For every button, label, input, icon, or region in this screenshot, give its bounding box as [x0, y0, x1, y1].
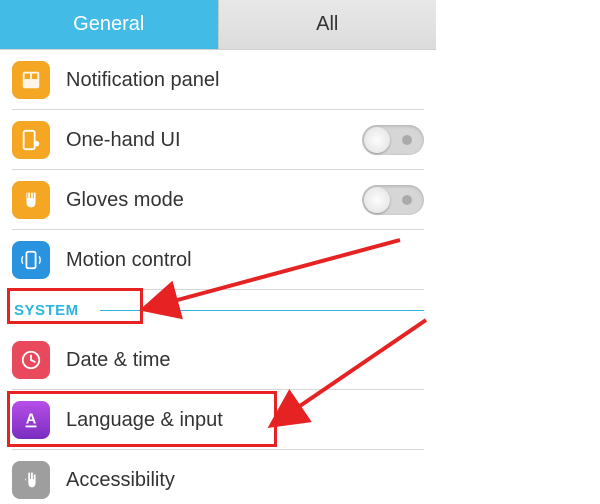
- settings-item-date-time[interactable]: Date & time: [0, 330, 436, 390]
- settings-item-one-hand-ui[interactable]: One-hand UI: [0, 110, 436, 170]
- toggle-gloves-mode[interactable]: [362, 185, 424, 215]
- settings-item-language-input[interactable]: A Language & input: [0, 390, 436, 450]
- language-icon: A: [12, 401, 50, 439]
- item-label: Gloves mode: [66, 189, 362, 212]
- clock-icon: [12, 341, 50, 379]
- settings-item-notification-panel[interactable]: Notification panel: [0, 50, 436, 110]
- item-label: Notification panel: [66, 69, 424, 92]
- item-label: Accessibility: [66, 469, 424, 492]
- section-divider: [100, 310, 424, 311]
- tab-general[interactable]: General: [0, 0, 218, 49]
- tab-bar: General All: [0, 0, 436, 50]
- item-label: Motion control: [66, 249, 424, 272]
- settings-item-accessibility[interactable]: Accessibility: [0, 450, 436, 504]
- accessibility-icon: [12, 461, 50, 499]
- toggle-one-hand-ui[interactable]: [362, 125, 424, 155]
- tab-label: General: [73, 13, 144, 36]
- settings-screen: General All Notification panel One-hand …: [0, 0, 436, 504]
- svg-text:A: A: [26, 412, 37, 428]
- gloves-icon: [12, 181, 50, 219]
- item-label: Date & time: [66, 349, 424, 372]
- one-hand-icon: [12, 121, 50, 159]
- tab-label: All: [316, 13, 338, 36]
- item-label: One-hand UI: [66, 129, 362, 152]
- tab-all[interactable]: All: [218, 0, 437, 49]
- settings-item-motion-control[interactable]: Motion control: [0, 230, 436, 290]
- section-header-system: SYSTEM: [0, 290, 436, 330]
- motion-icon: [12, 241, 50, 279]
- section-label: SYSTEM: [14, 302, 79, 319]
- settings-item-gloves-mode[interactable]: Gloves mode: [0, 170, 436, 230]
- item-label: Language & input: [66, 409, 424, 432]
- notification-icon: [12, 61, 50, 99]
